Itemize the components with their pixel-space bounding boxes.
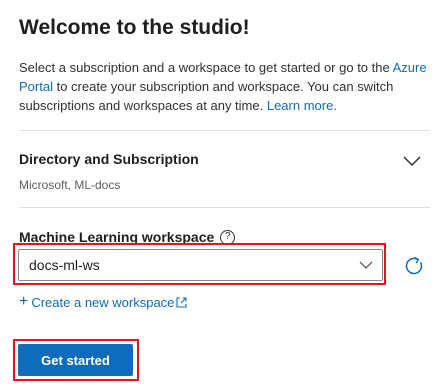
intro-text-2: to create your subscription and workspac… [19,79,394,113]
directory-expand-toggle[interactable] [400,150,424,172]
create-workspace-label: Create a new workspace [31,294,175,310]
page-title: Welcome to the studio! [19,16,250,39]
external-link-icon [176,296,187,308]
directory-subscription-value: Microsoft, ML-docs [19,178,121,192]
intro-description: Select a subscription and a workspace to… [19,58,434,115]
get-started-button[interactable]: Get started [18,344,133,376]
divider [19,207,430,208]
chevron-down-icon [359,261,373,269]
workspace-select[interactable]: docs-ml-ws [18,249,383,281]
chevron-down-icon [403,155,421,166]
workspace-select-value: docs-ml-ws [29,257,100,273]
plus-icon: + [19,293,29,310]
create-workspace-link[interactable]: + Create a new workspace [19,294,187,310]
refresh-icon[interactable] [403,255,425,277]
intro-text-1: Select a subscription and a workspace to… [19,60,393,75]
directory-subscription-title: Directory and Subscription [19,151,199,167]
divider [19,130,430,131]
learn-more-link[interactable]: Learn more. [267,98,337,113]
